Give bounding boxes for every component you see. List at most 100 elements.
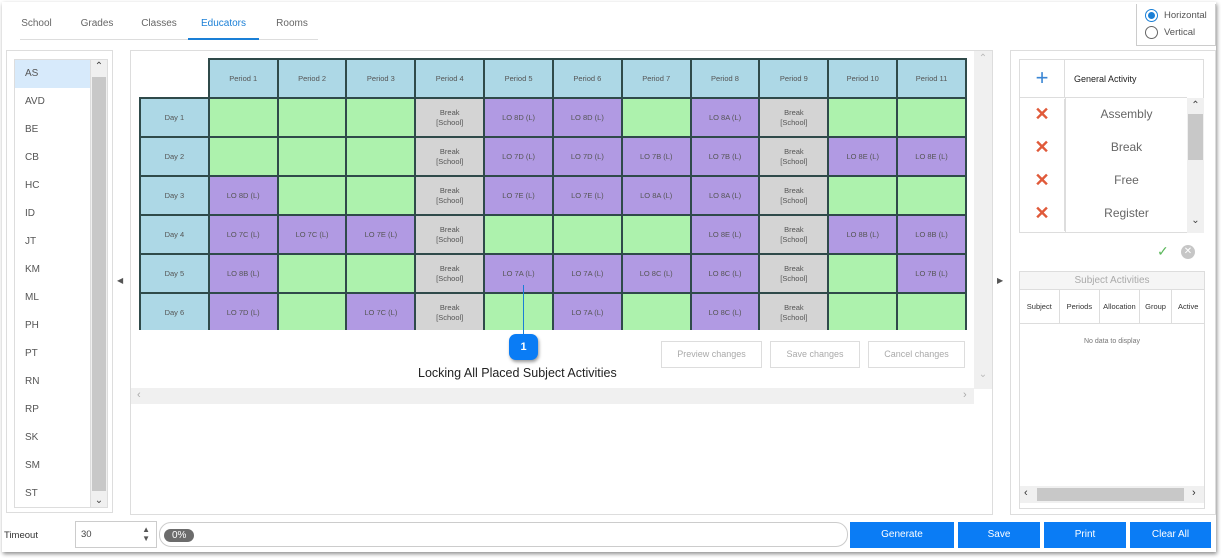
- general-activity-scrollbar[interactable]: ⌃ ⌄: [1187, 98, 1204, 233]
- lesson-slot[interactable]: LO 7E (L): [551, 175, 623, 216]
- lesson-slot[interactable]: LO 7E (L): [483, 175, 554, 216]
- delete-x-icon[interactable]: ✕: [1020, 198, 1065, 231]
- column-header-allocation[interactable]: Allocation: [1100, 290, 1140, 323]
- break-slot[interactable]: Break [School]: [758, 214, 830, 255]
- break-slot[interactable]: Break [School]: [414, 214, 486, 255]
- empty-slot[interactable]: [827, 175, 899, 216]
- educator-item[interactable]: CB: [15, 144, 90, 172]
- lesson-slot[interactable]: LO 7D (L): [483, 136, 554, 177]
- scrollbar-thumb[interactable]: [1037, 488, 1184, 501]
- confirm-check-icon[interactable]: ✓: [1157, 243, 1169, 260]
- general-activity-row[interactable]: ✕ Break: [1020, 132, 1187, 165]
- lesson-slot[interactable]: LO 8B (L): [207, 253, 279, 294]
- lesson-slot[interactable]: LO 8E (L): [689, 214, 761, 255]
- timetable-vscrollbar[interactable]: ⌃ ⌄: [974, 51, 992, 389]
- break-slot[interactable]: Break [School]: [414, 97, 486, 138]
- column-header-group[interactable]: Group: [1140, 290, 1173, 323]
- empty-slot[interactable]: [483, 292, 554, 330]
- lesson-slot[interactable]: LO 8C (L): [689, 292, 761, 330]
- empty-slot[interactable]: [345, 175, 417, 216]
- empty-slot[interactable]: [896, 292, 967, 330]
- educator-item[interactable]: BE: [15, 116, 90, 144]
- lesson-slot[interactable]: LO 7C (L): [345, 292, 417, 330]
- empty-slot[interactable]: [345, 136, 417, 177]
- empty-slot[interactable]: [276, 97, 348, 138]
- radio-horizontal[interactable]: Horizontal: [1145, 7, 1215, 24]
- empty-slot[interactable]: [276, 292, 348, 330]
- lesson-slot[interactable]: LO 7A (L): [483, 253, 554, 294]
- scrollbar-thumb[interactable]: [92, 77, 106, 491]
- general-activity-row[interactable]: ✕ Free: [1020, 165, 1187, 198]
- educator-item[interactable]: JT: [15, 228, 90, 256]
- empty-slot[interactable]: [620, 97, 692, 138]
- add-activity-icon[interactable]: +: [1020, 60, 1065, 98]
- break-slot[interactable]: Break [School]: [758, 292, 830, 330]
- timetable-hscrollbar[interactable]: ‹ ›: [131, 388, 974, 404]
- lesson-slot[interactable]: LO 8C (L): [689, 253, 761, 294]
- empty-slot[interactable]: [207, 97, 279, 138]
- lesson-slot[interactable]: LO 8B (L): [827, 214, 899, 255]
- empty-slot[interactable]: [276, 136, 348, 177]
- generate-button[interactable]: Generate: [850, 522, 954, 548]
- column-header-subject[interactable]: Subject: [1020, 290, 1060, 323]
- educator-list-scrollbar[interactable]: ⌃ ⌄: [90, 59, 108, 508]
- print-button[interactable]: Print: [1044, 522, 1126, 548]
- scroll-right-icon[interactable]: ›: [963, 389, 967, 401]
- educator-item[interactable]: ID: [15, 200, 90, 228]
- lesson-slot[interactable]: LO 8E (L): [827, 136, 899, 177]
- break-slot[interactable]: Break [School]: [758, 136, 830, 177]
- collapse-left-icon[interactable]: ◀: [117, 276, 123, 285]
- educator-item[interactable]: SK: [15, 424, 90, 452]
- break-slot[interactable]: Break [School]: [758, 97, 830, 138]
- delete-x-icon[interactable]: ✕: [1020, 132, 1065, 165]
- empty-slot[interactable]: [345, 97, 417, 138]
- educator-item[interactable]: RN: [15, 368, 90, 396]
- delete-x-icon[interactable]: ✕: [1020, 99, 1065, 132]
- lesson-slot[interactable]: LO 7D (L): [207, 292, 279, 330]
- collapse-right-icon[interactable]: ▶: [997, 276, 1003, 285]
- clear-all-button[interactable]: Clear All: [1130, 522, 1211, 548]
- empty-slot[interactable]: [207, 136, 279, 177]
- educator-item[interactable]: KM: [15, 256, 90, 284]
- scroll-up-icon[interactable]: ⌃: [1187, 100, 1204, 111]
- lesson-slot[interactable]: LO 7B (L): [689, 136, 761, 177]
- empty-slot[interactable]: [896, 175, 967, 216]
- lesson-slot[interactable]: LO 7A (L): [551, 253, 623, 294]
- educator-item[interactable]: AS: [15, 60, 90, 88]
- break-slot[interactable]: Break [School]: [758, 175, 830, 216]
- lesson-slot[interactable]: LO 8B (L): [896, 214, 967, 255]
- stepper-arrows-icon[interactable]: ▲ ▼: [142, 525, 150, 543]
- lesson-slot[interactable]: LO 7B (L): [620, 136, 692, 177]
- lesson-slot[interactable]: LO 7B (L): [896, 253, 967, 294]
- educator-item[interactable]: ST: [15, 480, 90, 508]
- empty-slot[interactable]: [483, 214, 554, 255]
- empty-slot[interactable]: [896, 97, 967, 138]
- lesson-slot[interactable]: LO 8A (L): [620, 175, 692, 216]
- delete-x-icon[interactable]: ✕: [1020, 165, 1065, 198]
- lesson-slot[interactable]: LO 7A (L): [551, 292, 623, 330]
- tab-grades[interactable]: Grades: [78, 10, 116, 40]
- general-activity-row[interactable]: ✕ Register: [1020, 198, 1187, 231]
- timeout-stepper[interactable]: 30 ▲ ▼: [75, 521, 157, 548]
- empty-slot[interactable]: [827, 97, 899, 138]
- scroll-left-icon[interactable]: ‹: [1024, 487, 1028, 499]
- save-changes-button[interactable]: Save changes: [770, 341, 860, 368]
- educator-item[interactable]: PT: [15, 340, 90, 368]
- educator-item[interactable]: SM: [15, 452, 90, 480]
- scrollbar-thumb[interactable]: [1188, 114, 1203, 160]
- cancel-changes-button[interactable]: Cancel changes: [868, 341, 965, 368]
- scroll-left-icon[interactable]: ‹: [137, 389, 141, 401]
- break-slot[interactable]: Break [School]: [414, 253, 486, 294]
- lesson-slot[interactable]: LO 8D (L): [207, 175, 279, 216]
- tab-school[interactable]: School: [20, 10, 53, 40]
- empty-slot[interactable]: [551, 214, 623, 255]
- lesson-slot[interactable]: LO 8C (L): [620, 253, 692, 294]
- scroll-down-icon[interactable]: ⌄: [1187, 215, 1204, 226]
- break-slot[interactable]: Break [School]: [414, 136, 486, 177]
- cancel-circle-icon[interactable]: ✕: [1181, 245, 1195, 259]
- subject-activities-hscrollbar[interactable]: ‹ ›: [1020, 486, 1204, 503]
- empty-slot[interactable]: [827, 292, 899, 330]
- empty-slot[interactable]: [620, 214, 692, 255]
- tab-rooms[interactable]: Rooms: [273, 10, 311, 40]
- column-header-active[interactable]: Active: [1172, 290, 1204, 323]
